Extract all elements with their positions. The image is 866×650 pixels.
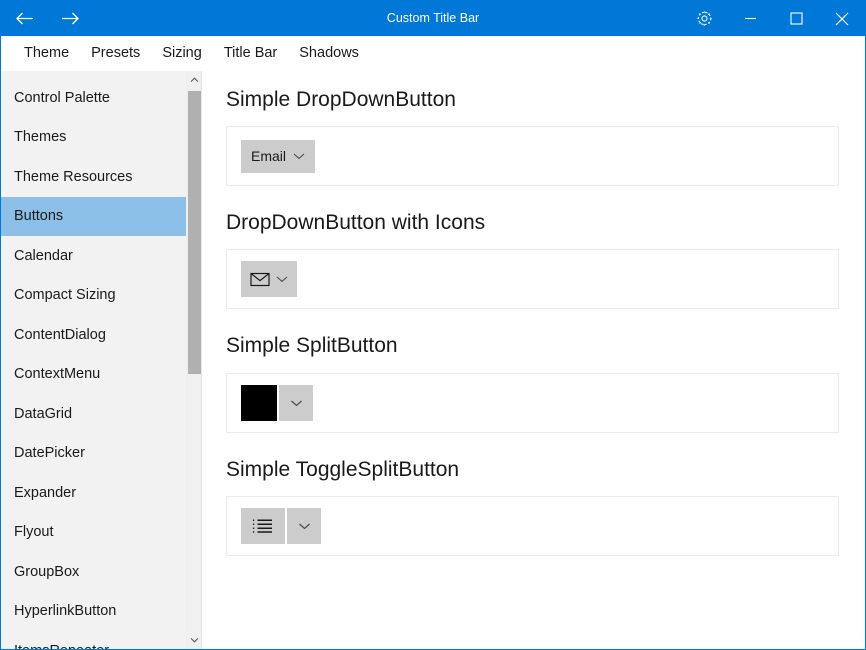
toggle-split-button-dropdown[interactable] — [287, 507, 321, 544]
scroll-up-button[interactable] — [187, 71, 201, 89]
sidebar-item-label: Expander — [14, 484, 77, 501]
sidebar-item-buttons[interactable]: Buttons — [1, 196, 186, 236]
sidebar-item-datepicker[interactable]: DatePicker — [1, 434, 186, 474]
section-simple-togglesplitbutton: Simple ToggleSplitButton — [226, 457, 839, 556]
sidebar-item-calendar[interactable]: Calendar — [1, 236, 186, 276]
menu-bar: Theme Presets Sizing Title Bar Shadows — [1, 36, 865, 71]
settings-button[interactable] — [681, 1, 727, 36]
section-title: Simple SplitButton — [226, 334, 398, 358]
chevron-down-icon — [276, 270, 288, 288]
back-button[interactable] — [1, 1, 47, 36]
menu-item-sizing[interactable]: Sizing — [151, 36, 213, 70]
sidebar-item-compact-sizing[interactable]: Compact Sizing — [1, 276, 186, 316]
sidebar-item-datagrid[interactable]: DataGrid — [1, 394, 186, 434]
window-controls — [681, 1, 865, 36]
sidebar-item-groupbox[interactable]: GroupBox — [1, 552, 186, 592]
chevron-down-icon — [290, 399, 303, 407]
sidebar-item-label: Buttons — [14, 208, 64, 225]
dropdown-button-email[interactable]: Email — [241, 139, 316, 173]
mail-icon — [250, 272, 270, 287]
minimize-icon — [744, 13, 757, 24]
sidebar-list: Control Palette Themes Theme Resources B… — [1, 71, 186, 649]
toggle-split-button-list[interactable] — [241, 507, 321, 544]
sidebar-item-label: HyperlinkButton — [14, 603, 117, 620]
chevron-down-icon — [190, 637, 199, 643]
menu-item-shadows[interactable]: Shadows — [288, 36, 370, 70]
demo-panel — [226, 249, 839, 310]
sidebar-item-control-palette[interactable]: Control Palette — [1, 78, 186, 118]
sidebar-item-label: DatePicker — [14, 445, 85, 462]
maximize-icon — [789, 12, 803, 25]
sidebar-item-contentdialog[interactable]: ContentDialog — [1, 315, 186, 355]
forward-arrow-icon — [61, 11, 80, 26]
sidebar-item-label: ContentDialog — [14, 326, 106, 343]
menu-item-theme[interactable]: Theme — [13, 36, 80, 70]
section-simple-splitbutton: Simple SplitButton — [226, 333, 839, 433]
sidebar-item-expander[interactable]: Expander — [1, 473, 186, 513]
menu-item-presets[interactable]: Presets — [80, 36, 151, 70]
sidebar-item-label: Flyout — [14, 524, 54, 541]
section-title: DropDownButton with Icons — [226, 211, 486, 235]
split-button-dropdown[interactable] — [279, 384, 313, 421]
sidebar-item-itemsrepeater[interactable]: ItemsRepeater — [1, 631, 186, 649]
chevron-down-icon — [298, 522, 311, 530]
section-simple-dropdownbutton: Simple DropDownButton Email — [226, 87, 839, 187]
sidebar-item-label: Compact Sizing — [14, 287, 116, 304]
chevron-up-icon — [190, 77, 199, 83]
sidebar-item-label: Theme Resources — [14, 168, 133, 185]
split-button-color[interactable] — [241, 384, 313, 421]
sidebar-item-label: ContextMenu — [14, 366, 101, 383]
dropdown-button-mail[interactable] — [241, 261, 297, 298]
app-window: Custom Title Bar Theme Presets Sizing Ti… — [0, 0, 866, 650]
body: Control Palette Themes Theme Resources B… — [1, 71, 865, 649]
sidebar-item-label: GroupBox — [14, 563, 80, 580]
section-title: Simple ToggleSplitButton — [226, 457, 460, 481]
chevron-down-icon — [293, 152, 305, 160]
back-arrow-icon — [15, 11, 34, 26]
main-content: Simple DropDownButton Email DropDownButt… — [202, 71, 865, 649]
sidebar-item-themes[interactable]: Themes — [1, 118, 186, 158]
sidebar-item-label: Themes — [14, 129, 67, 146]
scroll-down-button[interactable] — [187, 631, 201, 649]
close-button[interactable] — [819, 1, 865, 36]
color-swatch[interactable] — [241, 384, 277, 421]
minimize-button[interactable] — [727, 1, 773, 36]
section-dropdownbutton-with-icons: DropDownButton with Icons — [226, 210, 839, 310]
close-icon — [835, 12, 849, 26]
sidebar-item-contextmenu[interactable]: ContextMenu — [1, 355, 186, 395]
sidebar-item-hyperlinkbutton[interactable]: HyperlinkButton — [1, 592, 186, 632]
section-title: Simple DropDownButton — [226, 88, 456, 111]
sidebar-item-label: DataGrid — [14, 405, 73, 422]
forward-button[interactable] — [47, 1, 93, 36]
demo-panel: Email — [226, 126, 839, 187]
sidebar-item-label: Calendar — [14, 247, 73, 264]
toggle-split-button-primary[interactable] — [241, 507, 285, 544]
maximize-button[interactable] — [773, 1, 819, 36]
sidebar-scrollbar[interactable] — [186, 71, 201, 649]
sidebar-item-theme-resources[interactable]: Theme Resources — [1, 157, 186, 197]
scrollbar-thumb[interactable] — [188, 91, 201, 374]
menu-item-title-bar[interactable]: Title Bar — [213, 36, 288, 70]
title-bar: Custom Title Bar — [1, 1, 865, 36]
bulleted-list-icon — [252, 518, 274, 534]
demo-panel — [226, 495, 839, 556]
dropdown-button-label: Email — [251, 148, 287, 165]
sidebar-item-label: Control Palette — [14, 89, 110, 106]
demo-panel — [226, 372, 839, 433]
gear-icon — [696, 10, 713, 27]
sidebar: Control Palette Themes Theme Resources B… — [1, 71, 202, 649]
sidebar-item-label: ItemsRepeater — [14, 643, 109, 649]
sidebar-item-flyout[interactable]: Flyout — [1, 513, 186, 553]
